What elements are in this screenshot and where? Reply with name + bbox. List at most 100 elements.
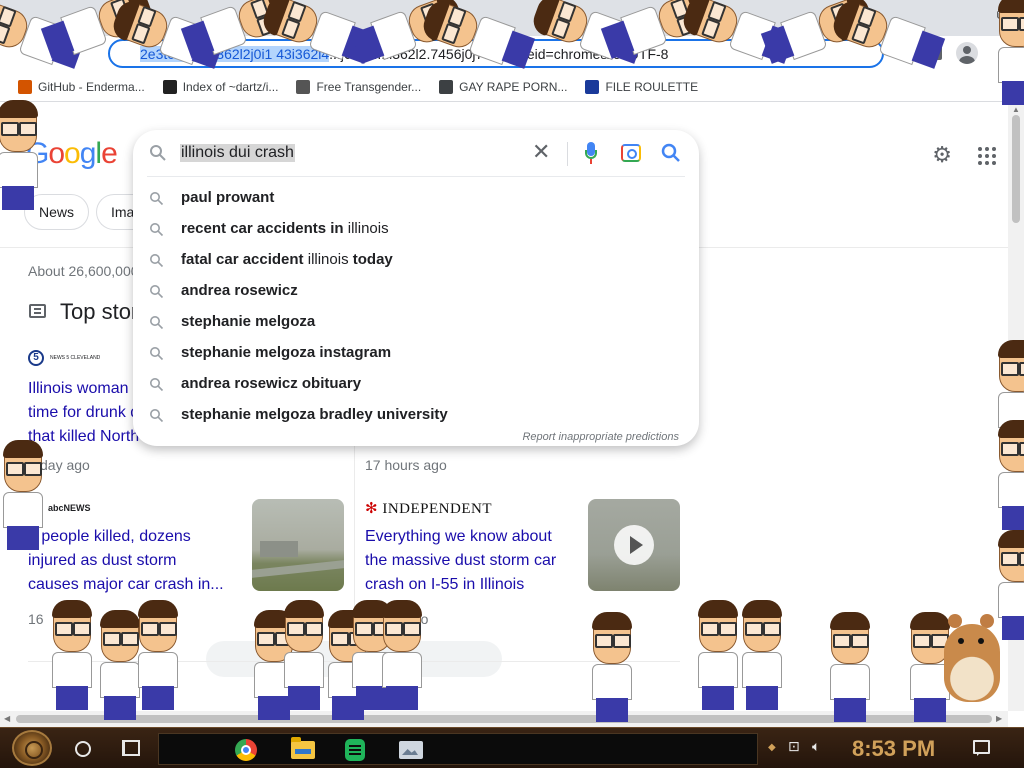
suggestion-item[interactable]: stephanie melgoza bradley university (133, 400, 699, 431)
scroll-up-icon[interactable]: ▲ (1012, 105, 1020, 114)
bookmark-item[interactable]: Index of ~dartz/i... (162, 79, 278, 94)
more-news-label: Mo (344, 651, 364, 667)
apps-grid-icon[interactable] (978, 146, 996, 165)
photos-icon[interactable] (399, 739, 425, 761)
gear-icon[interactable]: ⚙ (932, 143, 952, 168)
start-button[interactable] (12, 730, 52, 766)
notifications-icon[interactable] (973, 740, 990, 756)
report-predictions-link[interactable]: Report inappropriate predictions (522, 431, 679, 443)
google-lens-icon[interactable] (621, 144, 641, 162)
forward-button[interactable]: › (52, 44, 72, 64)
mf-icon (585, 79, 600, 94)
search-input[interactable]: illinois dui crash (180, 144, 295, 162)
logo-letter: e (101, 137, 118, 170)
bookmark-label: GAY RAPE PORN... (459, 79, 568, 94)
scroll-right-icon[interactable]: ▶ (996, 714, 1002, 723)
story-card[interactable]: 17 hours ago (365, 457, 685, 473)
story-video-thumbnail[interactable] (588, 499, 680, 591)
story-card[interactable]: ✻ INDEPENDENT Everything we know about t… (365, 499, 580, 628)
horizontal-scrollbar[interactable]: ◀ ▶ (0, 711, 1008, 727)
search-icon (150, 347, 164, 361)
story-title[interactable]: 7 people killed, dozens injured as dust … (28, 525, 248, 597)
top-stories-heading: Top stor (60, 299, 139, 324)
independent-logo: ✻ INDEPENDENT (365, 500, 492, 517)
story-divider (354, 439, 355, 619)
suggestion-text: andrea rosewicz (181, 282, 298, 299)
clear-search-button[interactable]: ✕ (532, 140, 550, 165)
url-selected-text: 2e3t0f0u0l4i362l2j0i1 43i362i4 (140, 46, 330, 62)
search-icon (150, 285, 164, 299)
clock[interactable]: 8:53 PM (852, 736, 935, 762)
story-thumbnail[interactable] (252, 499, 344, 591)
bookmark-label: Free Transgender... (316, 79, 422, 94)
vertical-scrollbar[interactable]: ▲ (1008, 103, 1024, 711)
scrollbar-thumb[interactable] (1012, 115, 1020, 223)
taskbar: ◆ ⊡ 🔈︎ 8:53 PM (0, 727, 1024, 768)
bookmark-item[interactable]: GAY RAPE PORN... (439, 79, 568, 94)
search-icon (150, 409, 164, 423)
search-icon (150, 378, 164, 392)
play-icon (614, 525, 654, 565)
suggestion-item[interactable]: recent car accidents in illinois (133, 214, 699, 245)
suggestion-text: recent car accidents in illinois (181, 220, 389, 237)
google-logo[interactable]: Google (26, 137, 118, 171)
section-divider (28, 661, 680, 662)
suggestion-segment: andrea rosewicz obituary (181, 375, 362, 392)
source-name: abcNEWS (48, 503, 91, 513)
suggestion-item[interactable]: fatal car accident illinois today (133, 245, 699, 276)
newspaper-icon (29, 304, 46, 318)
suggestion-item[interactable]: paul prowant (133, 183, 699, 214)
search-suggestions-dropdown: illinois dui crash ✕ paul prowant recent … (133, 130, 699, 446)
suggestion-item[interactable]: andrea rosewicz (133, 276, 699, 307)
suggestion-segment: today (352, 251, 393, 268)
search-icon (150, 316, 164, 330)
profile-icon[interactable] (956, 42, 978, 64)
side-panel-icon[interactable] (928, 46, 942, 60)
tab-strip: ⧉ (0, 0, 1024, 36)
title-line: injured as dust storm (28, 552, 177, 569)
suggestion-item[interactable]: andrea rosewicz obituary (133, 369, 699, 400)
restore-window-button[interactable]: ⧉ (978, 0, 1024, 30)
network-icon[interactable]: ⊡ (788, 739, 800, 755)
scroll-left-icon[interactable]: ◀ (4, 714, 10, 723)
scrollbar-thumb[interactable] (16, 715, 992, 723)
search-icon (150, 145, 166, 161)
screen: ⧉ › 2e3t0f0u0l4i362l2j0i1 43i362i4...j0i… (0, 0, 1024, 768)
suggestion-text: stephanie melgoza instagram (181, 344, 391, 361)
search-submit-icon[interactable] (661, 143, 681, 163)
logo-letter: G (26, 137, 49, 170)
suggestion-segment: illinois (303, 251, 353, 268)
bookmark-label: GitHub - Enderma... (38, 79, 145, 94)
file-explorer-icon[interactable] (291, 737, 317, 761)
title-line: causes major car crash in... (28, 576, 224, 593)
suggestion-segment: stephanie melgoza (181, 313, 316, 330)
bookmark-item[interactable]: FILE ROULETTE (585, 79, 698, 94)
toolbar-right (928, 42, 978, 64)
url-rest-text: ...j0i0l0....i362l2.7456j0j7&sourceid=ch… (329, 46, 669, 62)
story-time: 17 hours ago (365, 457, 447, 473)
title-line: the massive dust storm car (365, 552, 557, 569)
address-bar[interactable]: 2e3t0f0u0l4i362l2j0i1 43i362i4...j0i0l0.… (108, 39, 884, 68)
bookmark-item[interactable]: Free Transgender... (296, 79, 422, 94)
chrome-icon[interactable] (235, 739, 261, 761)
suggestion-segment: illinois (343, 220, 389, 237)
more-news-button[interactable]: Mo (206, 641, 502, 677)
tab-news[interactable]: News (24, 194, 90, 230)
search-circle-icon[interactable] (75, 741, 91, 757)
suggestion-segment: andrea rosewicz (181, 282, 298, 299)
bookmark-item[interactable]: GitHub - Enderma... (18, 79, 145, 94)
suggestion-segment: paul prowant (181, 189, 275, 206)
task-view-icon[interactable] (122, 740, 140, 756)
microphone-icon[interactable] (585, 142, 597, 166)
volume-muted-icon[interactable]: 🔈︎ (812, 739, 820, 755)
story-card[interactable]: abcNEWS 7 people killed, dozens injured … (28, 499, 248, 627)
tray-arrow-icon[interactable]: ◆ (768, 742, 776, 753)
close-icon: ✕ (532, 140, 551, 165)
sheets-icon[interactable] (345, 739, 371, 761)
suggestion-item[interactable]: stephanie melgoza instagram (133, 338, 699, 369)
suggestion-item[interactable]: stephanie melgoza (133, 307, 699, 338)
folder-icon (162, 79, 177, 94)
story-title[interactable]: Everything we know about the massive dus… (365, 525, 580, 597)
suggestion-segment: stephanie melgoza bradley university (181, 406, 448, 423)
title-line: crash on I-55 in Illinois (365, 576, 525, 593)
